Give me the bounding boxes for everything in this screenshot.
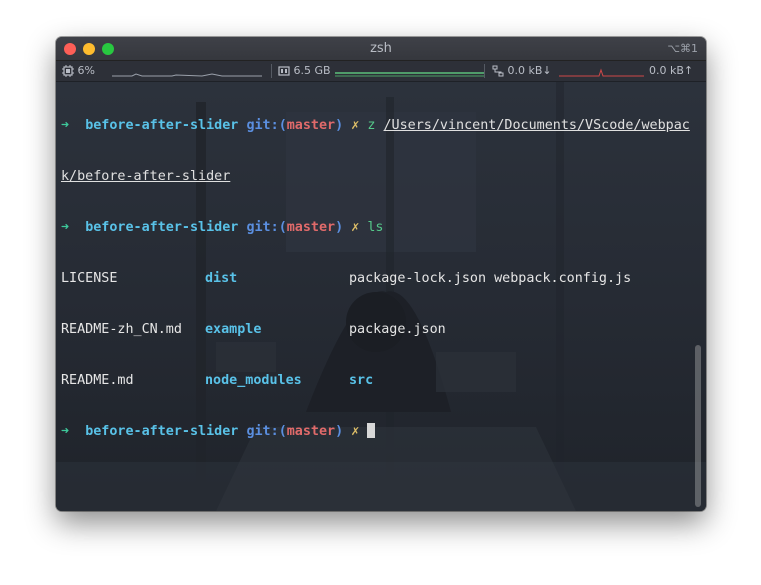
- ls-row: README.md node_modules src: [61, 372, 691, 389]
- network-status: 0.0 kB↓: [492, 64, 552, 77]
- net-up-value: 0.0 kB↑: [649, 64, 694, 77]
- prompt-directory: before-after-slider: [85, 424, 239, 439]
- cpu-sparkline: [112, 73, 262, 77]
- prompt-paren-close: ): [335, 424, 344, 439]
- cpu-status: 6%: [62, 64, 95, 77]
- memory-sparkline: [335, 72, 485, 77]
- command-argument[interactable]: /Users/vincent/Documents/VScode/webpac: [384, 118, 690, 133]
- command-line-1-wrap: k/before-after-slider: [61, 168, 691, 185]
- cpu-icon: [62, 65, 74, 77]
- prompt-dirty-mark: ✗: [351, 220, 360, 235]
- prompt-branch: master: [286, 118, 336, 133]
- prompt-arrow: ➜: [61, 220, 70, 235]
- prompt-git-label: git:: [246, 424, 279, 439]
- status-bar: 6% 6.5 GB 0.0 kB↓ 0.0 kB↑: [56, 61, 706, 82]
- memory-status: 6.5 GB: [278, 64, 331, 77]
- prompt-dirty-mark: ✗: [351, 424, 360, 439]
- command-name: z: [367, 118, 376, 133]
- ls-entry-directory: dist: [205, 271, 238, 286]
- network-icon: [492, 65, 504, 77]
- command-line-1: ➜ before-after-slider git:(master) ✗ z /…: [61, 117, 691, 134]
- prompt-paren-close: ): [335, 220, 344, 235]
- net-down-value: 0.0 kB↓: [507, 64, 552, 77]
- command-line-2: ➜ before-after-slider git:(master) ✗ ls: [61, 219, 691, 236]
- ls-entry-file: package.json: [349, 322, 446, 337]
- status-separator: [484, 64, 485, 78]
- prompt-branch: master: [286, 220, 336, 235]
- text-cursor[interactable]: [367, 423, 376, 438]
- cpu-value: 6%: [77, 64, 95, 77]
- terminal-output[interactable]: ➜ before-after-slider git:(master) ✗ z /…: [61, 83, 691, 474]
- command-name: ls: [367, 220, 384, 235]
- command-line-3: ➜ before-after-slider git:(master) ✗: [61, 423, 691, 440]
- prompt-paren-open: (: [278, 118, 287, 133]
- terminal-window: zsh ⌥⌘1 6% 6.5 GB 0.0 kB↓ 0.0 kB↑ ➜ befo…: [56, 37, 706, 511]
- prompt-branch: master: [286, 424, 336, 439]
- window-title: zsh: [370, 41, 392, 56]
- prompt-directory: before-after-slider: [85, 220, 239, 235]
- prompt-directory: before-after-slider: [85, 118, 239, 133]
- memory-value: 6.5 GB: [293, 64, 331, 77]
- prompt-arrow: ➜: [61, 118, 70, 133]
- status-separator: [271, 64, 272, 78]
- ls-entry-file: webpack.config.js: [494, 271, 632, 286]
- network-sparkline: [559, 68, 644, 77]
- window-shortcut: ⌥⌘1: [667, 42, 698, 55]
- ls-entry-file: LICENSE: [61, 271, 118, 286]
- ls-entry-file: README.md: [61, 373, 134, 388]
- ls-row: LICENSE dist package-lock.json webpack.con…: [61, 270, 691, 287]
- prompt-git-label: git:: [246, 118, 279, 133]
- ls-entry-directory: node_modules: [205, 373, 302, 388]
- prompt-arrow: ➜: [61, 424, 70, 439]
- ls-entry-directory: src: [349, 373, 374, 388]
- prompt-git-label: git:: [246, 220, 279, 235]
- ls-row: README-zh_CN.md example package.json: [61, 321, 691, 338]
- ls-entry-file: package-lock.json: [349, 271, 487, 286]
- ls-entry-directory: example: [205, 322, 262, 337]
- command-argument-wrap[interactable]: k/before-after-slider: [61, 169, 230, 184]
- prompt-paren-open: (: [278, 424, 287, 439]
- scrollbar-thumb[interactable]: [695, 345, 701, 507]
- prompt-paren-close: ): [335, 118, 344, 133]
- ls-entry-file: README-zh_CN.md: [61, 322, 182, 337]
- prompt-dirty-mark: ✗: [351, 118, 360, 133]
- prompt-paren-open: (: [278, 220, 287, 235]
- memory-icon: [278, 66, 290, 76]
- title-bar: zsh ⌥⌘1: [56, 37, 706, 61]
